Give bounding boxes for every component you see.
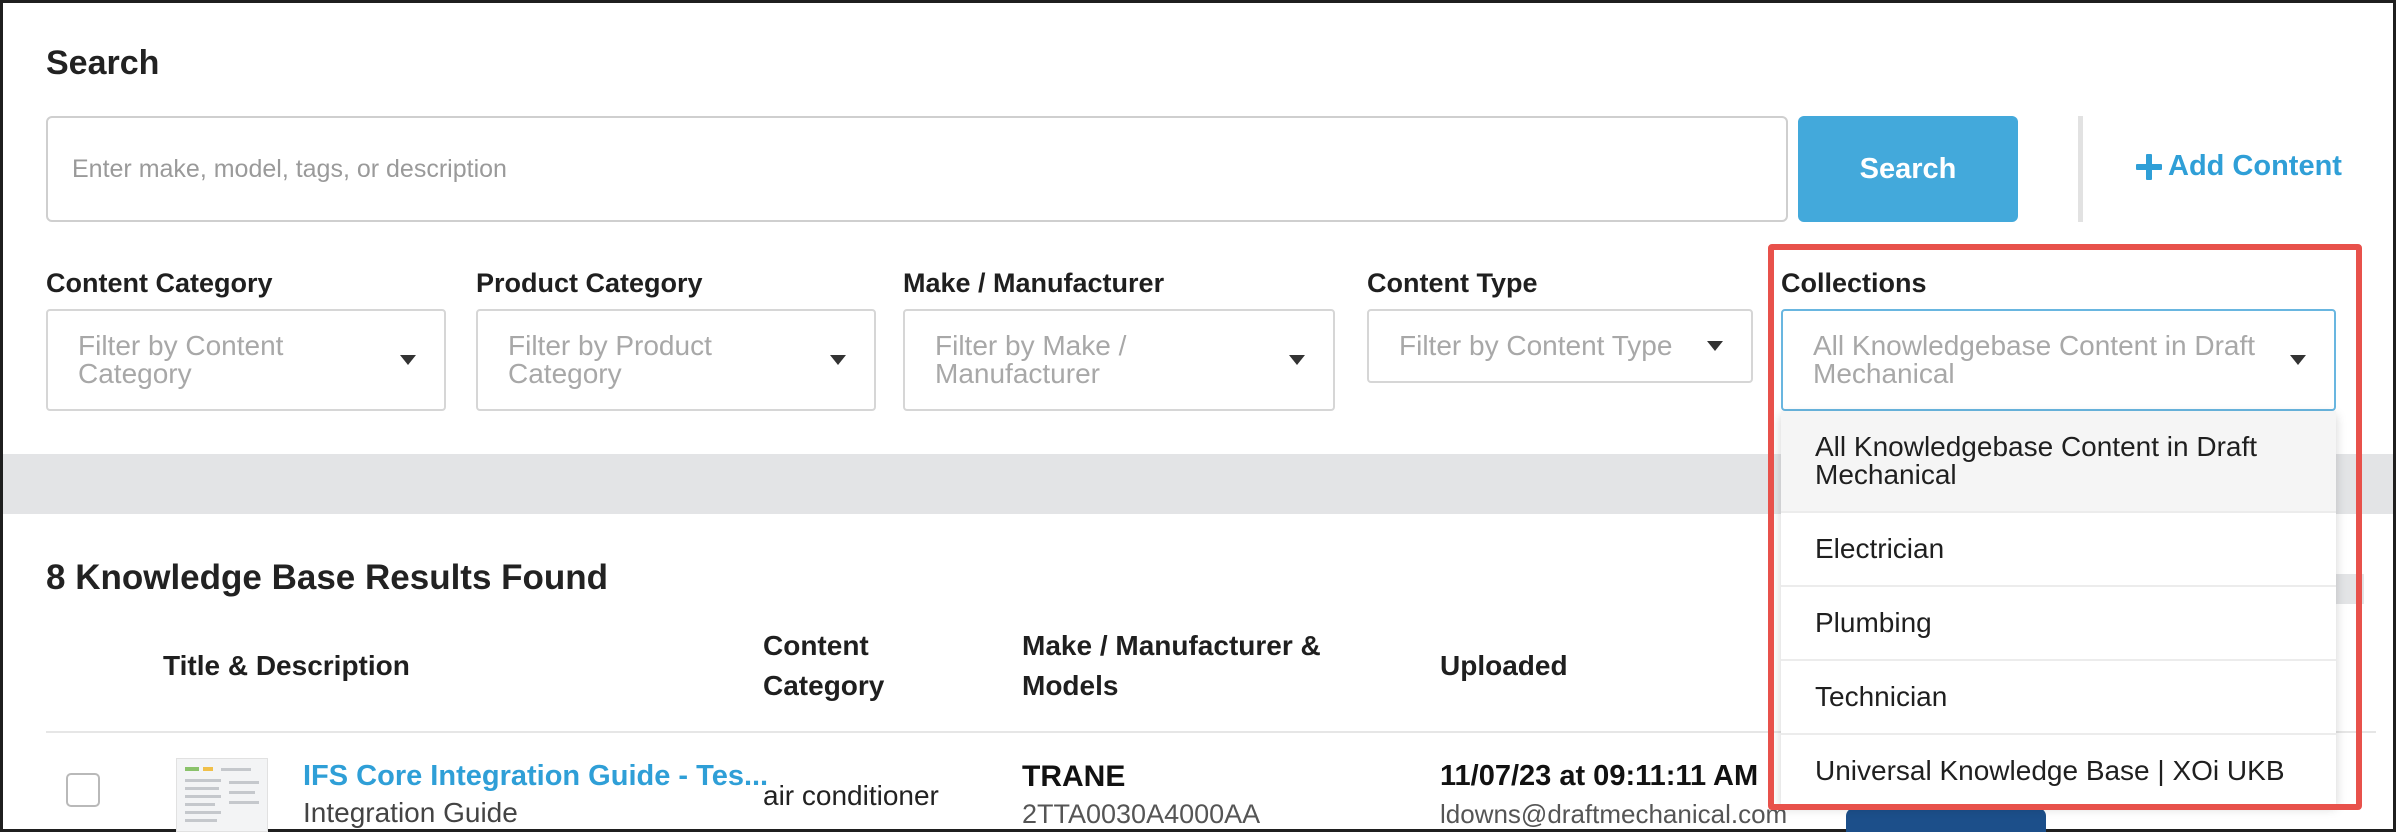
select-placeholder: Filter by Content Category: [78, 330, 284, 389]
column-header-category: Content Category: [763, 630, 885, 701]
page-title: Search: [46, 44, 160, 82]
result-title-link[interactable]: IFS Core Integration Guide - Tes...: [303, 760, 768, 793]
chevron-down-icon: [830, 355, 846, 365]
select-placeholder: Filter by Product Category: [508, 330, 712, 389]
result-description: Integration Guide: [303, 797, 518, 828]
content-type-select[interactable]: Filter by Content Type: [1367, 309, 1753, 383]
column-header-make: Make / Manufacturer & Models: [1022, 630, 1321, 701]
product-category-select[interactable]: Filter by Product Category: [476, 309, 876, 411]
result-uploaded-date: 11/07/23 at 09:11:11 AM: [1440, 760, 1759, 792]
result-uploader-email: ldowns@draftmechanical.com: [1440, 799, 1788, 829]
toolbar-divider: [2078, 116, 2083, 222]
select-placeholder: Filter by Content Type: [1399, 330, 1673, 361]
row-checkbox[interactable]: [66, 773, 100, 807]
filter-label-content-category: Content Category: [46, 268, 273, 298]
search-input[interactable]: [46, 116, 1788, 222]
filter-label-product-category: Product Category: [476, 268, 703, 298]
column-header-title: Title & Description: [163, 650, 410, 681]
content-category-select[interactable]: Filter by Content Category: [46, 309, 446, 411]
chevron-down-icon: [1289, 355, 1305, 365]
search-button[interactable]: Search: [1798, 116, 2018, 222]
chevron-down-icon: [1707, 341, 1723, 351]
filter-label-make-manufacturer: Make / Manufacturer: [903, 268, 1165, 298]
chevron-down-icon: [400, 355, 416, 365]
make-manufacturer-select[interactable]: Filter by Make / Manufacturer: [903, 309, 1335, 411]
row-action-button[interactable]: [1846, 808, 2046, 832]
column-header-uploaded: Uploaded: [1440, 650, 1568, 681]
add-content-link[interactable]: Add Content: [2136, 150, 2342, 183]
result-category: air conditioner: [763, 780, 939, 811]
result-make: TRANE: [1022, 760, 1126, 793]
select-placeholder: Filter by Make / Manufacturer: [935, 330, 1127, 389]
results-count-title: 8 Knowledge Base Results Found: [46, 558, 609, 597]
plus-icon: [2136, 153, 2162, 180]
filter-label-content-type: Content Type: [1367, 268, 1538, 298]
annotation-highlight-box: [1768, 244, 2362, 810]
result-model: 2TTA0030A4000AA: [1022, 799, 1261, 829]
add-content-label: Add Content: [2168, 150, 2342, 182]
document-thumbnail[interactable]: [176, 758, 268, 832]
